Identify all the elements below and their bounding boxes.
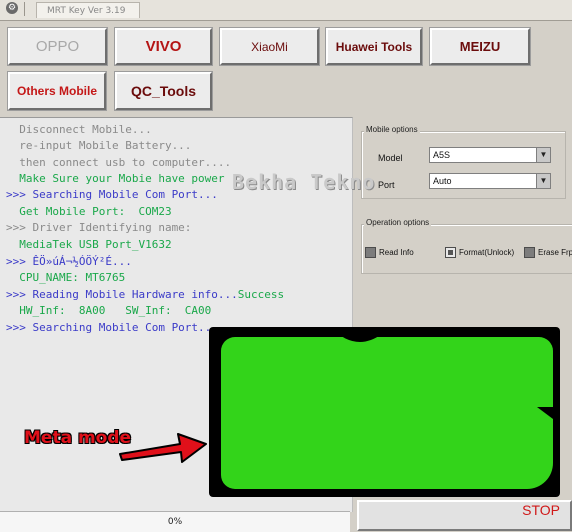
log-line-text: >>> Searching Mobile Com Port... [6,188,218,201]
log-line: Make Sure your Mobie have power [6,171,225,187]
log-line: >>> ÊÖ»úÁ¬½ÓÖÝ²É... [6,254,132,270]
model-value: A5S [433,150,451,160]
operation-options-title: Operation options [364,218,432,227]
format-unlock-label: Format(Unlock) [459,248,515,257]
model-label: Model [378,153,403,163]
checkbox-icon [524,247,535,258]
log-line-text: Get Mobile Port: COM23 [6,205,172,218]
log-line: Get Mobile Port: COM23 [6,204,172,220]
gear-icon[interactable]: ⚙ [6,2,18,14]
stop-label: STOP [522,502,560,518]
log-line-text: >>> Searching Mobile Com Port... [6,321,218,334]
phone-screen [221,337,553,489]
red-arrow-icon [119,433,207,463]
log-line-text: Make Sure your Mobie have power [6,172,225,185]
read-info-checkbox[interactable]: Read Info [365,247,414,258]
log-line-text: >>> Reading Mobile Hardware info... [6,288,238,301]
format-unlock-checkbox[interactable]: Format(Unlock) [445,247,514,258]
huawei-tools-button[interactable]: Huawei Tools [325,27,423,66]
oppo-button[interactable]: OPPO [7,27,108,66]
others-mobile-button[interactable]: Others Mobile [7,71,107,111]
title-separator [24,2,25,16]
log-line-text: CPU_NAME: MT6765 [6,271,126,284]
erase-frp-checkbox[interactable]: Erase Frp [524,247,572,258]
log-line: MediaTek USB Port_V1632 [6,237,172,253]
log-line-text: Disconnect Mobile... [6,123,152,136]
read-info-label: Read Info [379,248,414,257]
log-line: re-input Mobile Battery... [6,138,191,154]
chevron-down-icon[interactable]: ▼ [536,148,550,162]
title-bar: ⚙ MRT Key Ver 3.19 [0,0,572,21]
xiaomi-button[interactable]: XiaoMi [219,27,320,66]
annotation-label: Meta mode [24,428,132,448]
model-select[interactable]: A5S ▼ [429,147,551,163]
log-line-status: Success [237,288,285,301]
watermark: Bekha Tekno [232,170,376,194]
log-line: Disconnect Mobile... [6,122,152,138]
log-line-text: then connect usb to computer.... [6,156,232,169]
log-line-text: >>> Driver Identifying name: [6,221,192,234]
log-line: >>> Reading Mobile Hardware info...Succe… [6,287,284,303]
erase-frp-label: Erase Frp [538,248,572,257]
phone-notch [330,327,390,342]
vivo-button[interactable]: VIVO [114,27,213,66]
phone-image [209,327,560,497]
meizu-button[interactable]: MEIZU [429,27,531,66]
checkbox-icon [365,247,376,258]
log-line-text: MediaTek USB Port_V1632 [6,238,172,251]
port-value: Auto [433,176,452,186]
log-line-text: >>> ÊÖ»úÁ¬½ÓÖÝ²É... [6,255,132,268]
port-select[interactable]: Auto ▼ [429,173,551,189]
log-line: CPU_NAME: MT6765 [6,270,125,286]
window-title-tab[interactable]: MRT Key Ver 3.19 [36,2,140,18]
log-line: >>> Driver Identifying name: [6,220,191,236]
log-line: >>> Searching Mobile Com Port... [6,187,218,203]
mobile-options-title: Mobile options [364,125,420,134]
log-line: HW_Inf: 8A00 SW_Inf: CA00 [6,303,211,319]
checkbox-icon [445,247,456,258]
chevron-down-icon[interactable]: ▼ [536,174,550,188]
stop-button[interactable]: STOP [357,500,572,531]
log-line: >>> Searching Mobile Com Port... [6,320,218,336]
operation-options-group: Operation options Read Info Format(Unloc… [361,218,572,274]
log-line-text: HW_Inf: 8A00 SW_Inf: CA00 [6,304,212,317]
mobile-options-group: Mobile options Model A5S ▼ Port Auto ▼ [361,125,566,199]
phone-notch-side [537,407,553,419]
progress-bar: 0% [0,511,350,532]
qc-tools-button[interactable]: QC_Tools [114,71,213,111]
log-line: then connect usb to computer.... [6,155,231,171]
log-line-text: re-input Mobile Battery... [6,139,192,152]
progress-value: 0% [167,517,183,527]
port-label: Port [378,180,395,190]
